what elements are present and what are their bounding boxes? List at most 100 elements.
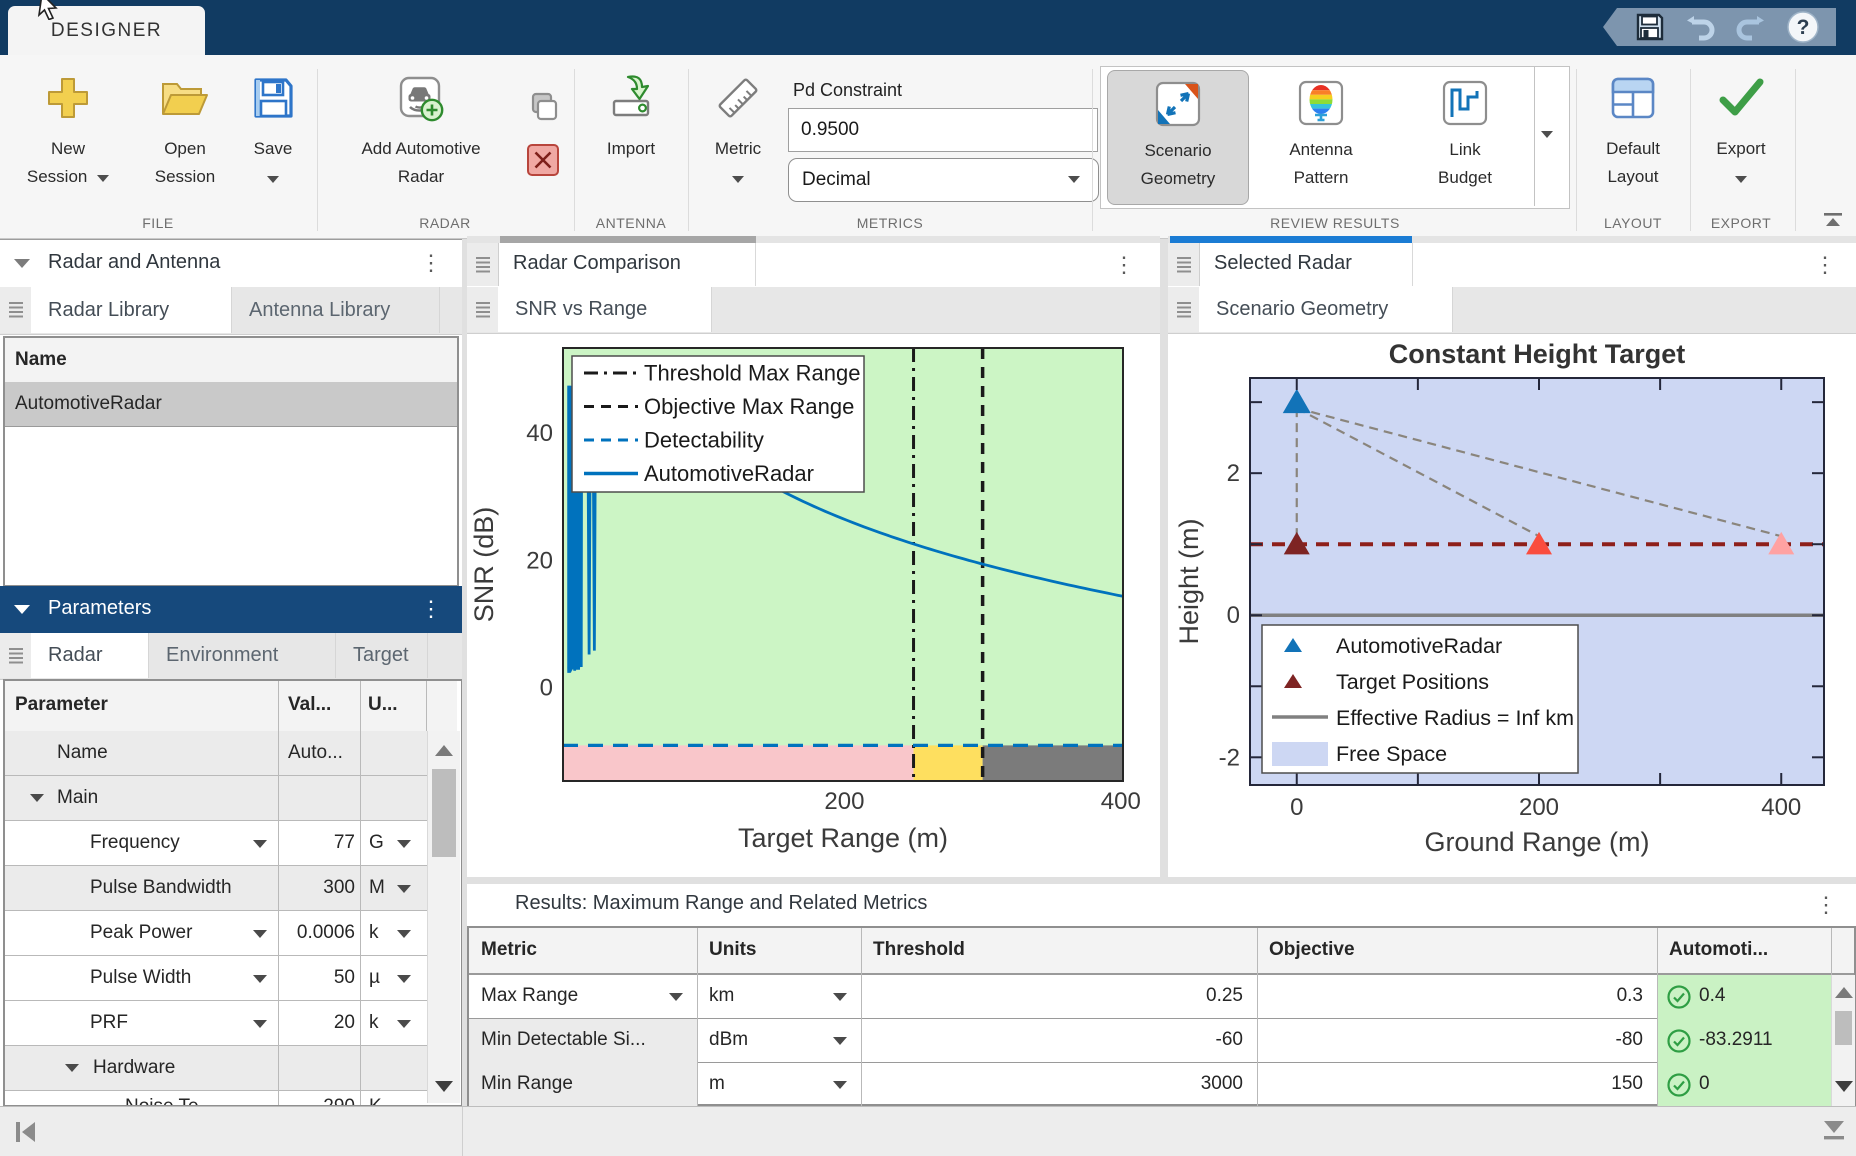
parameter-row-noise-te-[interactable]: Noise Te...290K <box>5 1091 427 1107</box>
parameter-row-prf[interactable]: PRF20k <box>5 1001 427 1046</box>
parameter-row-pulse-width[interactable]: Pulse Width50µ <box>5 956 427 1001</box>
parameter-row-name[interactable]: NameAuto... <box>5 731 427 776</box>
parameter-unit[interactable]: M <box>369 877 385 899</box>
parameter-value[interactable]: 77 <box>276 832 355 854</box>
parameter-unit[interactable]: G <box>369 832 384 854</box>
qat-help-icon[interactable]: ? <box>1786 10 1820 44</box>
tab-snr-vs-range[interactable]: SNR vs Range <box>498 287 712 332</box>
export-button[interactable]: Export <box>1708 67 1774 215</box>
metric-dropdown-arrow[interactable] <box>669 993 683 1001</box>
parameter-dropdown-arrow[interactable] <box>253 930 267 938</box>
tab-target[interactable]: Target <box>336 633 428 678</box>
duplicate-radar-button[interactable] <box>524 88 562 126</box>
unit-dropdown-arrow[interactable] <box>397 885 411 893</box>
metric-button[interactable]: Metric <box>705 67 771 215</box>
parameter-value[interactable]: Auto... <box>288 742 343 764</box>
scroll-down-arrow[interactable] <box>435 1081 453 1092</box>
new-session-button[interactable]: New Session <box>28 67 108 215</box>
results-menu[interactable]: ⋮ <box>1815 892 1837 918</box>
parameter-row-peak-power[interactable]: Peak Power0.0006k <box>5 911 427 956</box>
delete-radar-button[interactable] <box>524 141 562 179</box>
scrollbar-thumb[interactable] <box>432 769 456 857</box>
parameter-dropdown-arrow[interactable] <box>253 840 267 848</box>
collapse-group-icon[interactable] <box>65 1064 79 1072</box>
units-dropdown-arrow[interactable] <box>833 1081 847 1089</box>
scroll-up-arrow[interactable] <box>435 745 453 756</box>
qat-save-icon[interactable] <box>1635 12 1665 42</box>
scenario-geometry-chart[interactable]: 0200400-202Constant Height TargetGround … <box>1168 333 1856 877</box>
save-button[interactable]: Save <box>240 67 306 215</box>
panel-drag-handle[interactable] <box>0 287 32 333</box>
link-budget-button[interactable]: Link Budget <box>1395 70 1535 203</box>
units-value[interactable]: km <box>709 985 734 1007</box>
selected-radar-menu[interactable]: ⋮ <box>1814 252 1836 278</box>
objective-value[interactable]: -80 <box>1257 1029 1643 1051</box>
threshold-value[interactable]: -60 <box>861 1029 1243 1051</box>
tab-radar-library[interactable]: Radar Library <box>31 287 232 333</box>
panel-drag-handle[interactable] <box>1168 243 1200 286</box>
panel-drag-handle[interactable] <box>467 243 499 286</box>
scroll-down-arrow[interactable] <box>1835 1081 1853 1092</box>
units-value[interactable]: m <box>709 1073 725 1095</box>
parameter-value[interactable]: 0.0006 <box>276 922 355 944</box>
splitter-bottom[interactable] <box>467 877 1856 884</box>
objective-value[interactable]: 0.3 <box>1257 985 1643 1007</box>
pd-constraint-input[interactable]: 0.9500 <box>788 108 1098 152</box>
results-row-min-detectable-si-[interactable]: Min Detectable Si...dBm-60-80-83.2911 <box>469 1019 1854 1063</box>
results-row-min-range[interactable]: Min Rangem30001500 <box>469 1063 1854 1107</box>
collapse-panel-icon[interactable] <box>14 259 30 268</box>
unit-dropdown-arrow[interactable] <box>397 930 411 938</box>
tab-scenario-geometry[interactable]: Scenario Geometry <box>1199 287 1453 332</box>
parameter-dropdown-arrow[interactable] <box>253 975 267 983</box>
qat-redo-icon[interactable] <box>1735 12 1767 42</box>
collapse-bottom-button[interactable] <box>1818 1115 1850 1147</box>
objective-value[interactable]: 150 <box>1257 1073 1643 1095</box>
library-row-automotiveradar[interactable]: AutomotiveRadar <box>5 382 457 427</box>
parameter-unit[interactable]: k <box>369 922 379 944</box>
parameters-menu[interactable]: ⋮ <box>420 596 442 622</box>
metric-name[interactable]: Min Range <box>481 1073 573 1095</box>
tab-environment[interactable]: Environment <box>149 633 336 678</box>
tab-antenna-library[interactable]: Antenna Library <box>232 287 440 333</box>
tab-drag-handle[interactable] <box>467 287 499 332</box>
collapse-left-button[interactable] <box>10 1117 42 1147</box>
scrollbar-thumb[interactable] <box>1835 1011 1852 1045</box>
parameter-row-hardware[interactable]: Hardware <box>5 1046 427 1091</box>
parameter-row-pulse-bandwidth[interactable]: Pulse Bandwidth300M <box>5 866 427 911</box>
panel-drag-handle[interactable] <box>0 633 32 678</box>
collapse-panel-icon[interactable] <box>14 605 30 614</box>
units-dropdown-arrow[interactable] <box>833 993 847 1001</box>
results-scrollbar[interactable] <box>1831 975 1855 1107</box>
units-value[interactable]: dBm <box>709 1029 748 1051</box>
tab-radar[interactable]: Radar <box>31 633 149 678</box>
tab-drag-handle[interactable] <box>1168 287 1200 332</box>
parameters-scrollbar[interactable] <box>427 731 460 1103</box>
parameter-value[interactable]: 300 <box>276 877 355 899</box>
radar-comparison-menu[interactable]: ⋮ <box>1113 252 1135 278</box>
parameter-unit[interactable]: µ <box>369 967 380 989</box>
add-automotive-radar-button[interactable]: Add Automotive Radar <box>352 67 490 215</box>
unit-dropdown-arrow[interactable] <box>397 840 411 848</box>
snr-vs-range-chart[interactable]: 20040002040Target Range (m)SNR (dB)Thres… <box>467 333 1160 877</box>
collapse-ribbon-button[interactable] <box>1818 208 1848 234</box>
collapse-group-icon[interactable] <box>30 794 44 802</box>
open-session-button[interactable]: Open Session <box>140 67 230 215</box>
default-layout-button[interactable]: Default Layout <box>1592 67 1674 215</box>
antenna-pattern-button[interactable]: Antenna Pattern <box>1251 70 1391 203</box>
parameter-dropdown-arrow[interactable] <box>253 1020 267 1028</box>
parameter-value[interactable]: 20 <box>276 1012 355 1034</box>
qat-undo-icon[interactable] <box>1684 12 1716 42</box>
units-dropdown-arrow[interactable] <box>833 1037 847 1045</box>
pd-format-select[interactable]: Decimal <box>788 158 1099 202</box>
threshold-value[interactable]: 3000 <box>861 1073 1243 1095</box>
results-row-max-range[interactable]: Max Rangekm0.250.30.4 <box>469 975 1854 1019</box>
unit-dropdown-arrow[interactable] <box>397 1020 411 1028</box>
gallery-expand-button[interactable] <box>1534 67 1569 206</box>
metric-name[interactable]: Max Range <box>481 985 578 1007</box>
parameter-row-main[interactable]: Main <box>5 776 427 821</box>
threshold-value[interactable]: 0.25 <box>861 985 1243 1007</box>
splitter-middle[interactable] <box>1160 239 1168 877</box>
parameter-value[interactable]: 50 <box>276 967 355 989</box>
radar-and-antenna-menu[interactable]: ⋮ <box>420 250 442 276</box>
metric-name[interactable]: Min Detectable Si... <box>481 1029 646 1051</box>
